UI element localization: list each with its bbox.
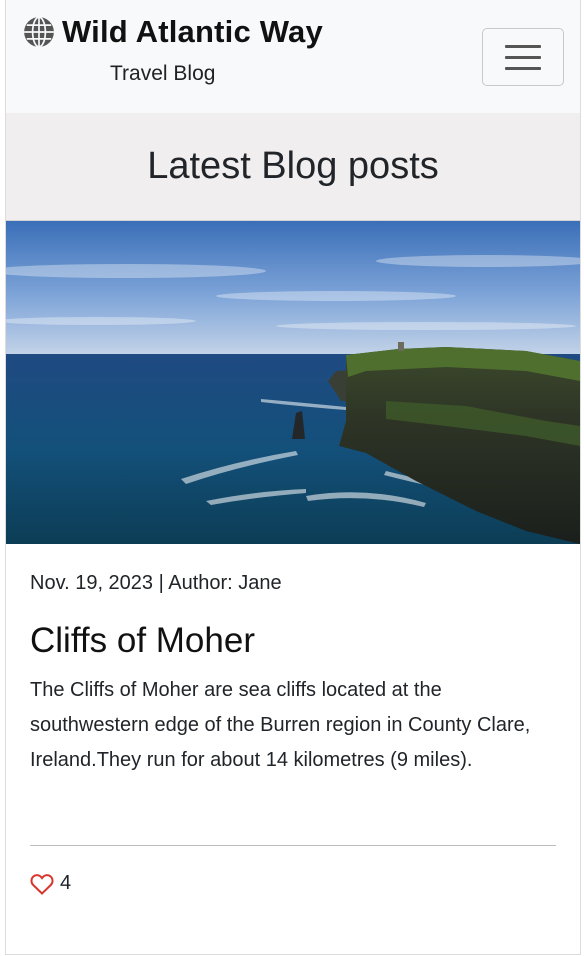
cliffs-photo — [6, 221, 580, 544]
post-meta: Nov. 19, 2023 | Author: Jane — [30, 572, 282, 594]
brand-subtitle: Travel Blog — [110, 62, 216, 85]
section-header: Latest Blog posts — [6, 113, 580, 221]
brand-title: Wild Atlantic Way — [62, 14, 323, 49]
brand-link[interactable]: Wild Atlantic Way — [22, 14, 323, 50]
likes-row: 4 — [30, 872, 71, 895]
navbar-toggler-button[interactable] — [482, 28, 564, 86]
heart-icon[interactable] — [30, 873, 54, 895]
navbar: Wild Atlantic Way Travel Blog — [6, 0, 580, 113]
section-heading: Latest Blog posts — [147, 145, 439, 187]
post-title[interactable]: Cliffs of Moher — [30, 621, 556, 661]
globe-icon — [24, 16, 54, 48]
post-image[interactable] — [6, 221, 580, 544]
like-count: 4 — [60, 872, 72, 894]
page-frame: Wild Atlantic Way Travel Blog Latest Blo… — [5, 0, 581, 955]
card-divider — [30, 845, 556, 846]
hamburger-menu-icon — [505, 44, 541, 48]
post-card-body: Nov. 19, 2023 | Author: Jane Cliffs of M… — [30, 560, 556, 778]
post-excerpt: The Cliffs of Moher are sea cliffs locat… — [30, 679, 531, 771]
